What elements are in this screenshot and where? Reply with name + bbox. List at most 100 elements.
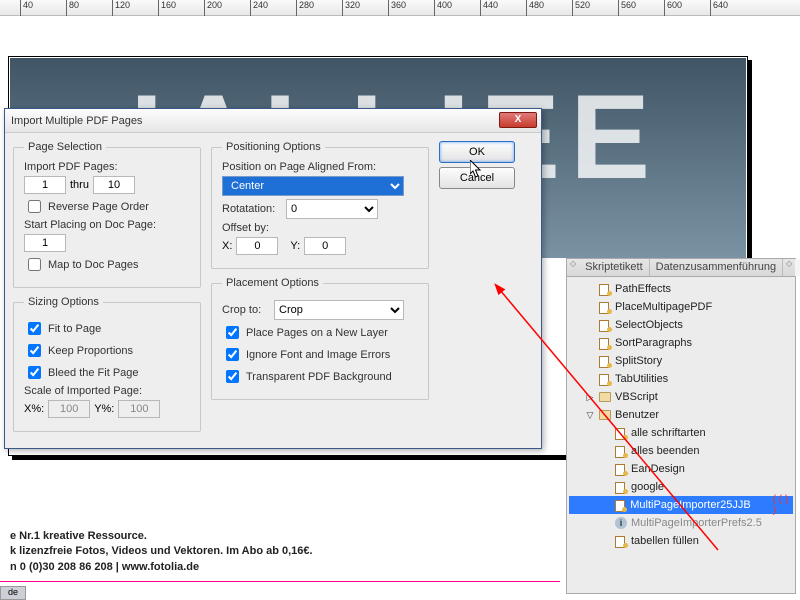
import-pages-label: Import PDF Pages: (24, 161, 118, 173)
tree-item-label: tabellen füllen (631, 535, 699, 547)
scale-y-input (118, 400, 160, 418)
tree-item-label: google (631, 481, 664, 493)
tree-item[interactable]: PathEffects (569, 280, 793, 298)
placement-options-group: Placement Options Crop to: Crop Place Pa… (211, 277, 429, 400)
import-to-input[interactable] (93, 176, 135, 194)
ruler-tick: 360 (388, 0, 406, 16)
tree-item[interactable]: SplitStory (569, 352, 793, 370)
tree-item[interactable]: tabellen füllen (569, 532, 793, 550)
diamond-icon[interactable]: ◇ (783, 259, 795, 276)
position-from-label: Position on Page Aligned From: (222, 161, 376, 173)
script-icon (615, 427, 627, 439)
ruler-tick: 320 (342, 0, 360, 16)
ruler-tick: 400 (434, 0, 452, 16)
tree-item[interactable]: SelectObjects (569, 316, 793, 334)
scale-x-label: X%: (24, 403, 44, 415)
rotation-select[interactable]: 0 (286, 199, 378, 219)
tree-item-label: MultiPageImporterPrefs2.5 (631, 517, 762, 529)
position-from-select[interactable]: Center (222, 176, 404, 196)
tree-item-label: TabUtilities (615, 373, 668, 385)
offset-label: Offset by: (222, 222, 269, 234)
fit-to-page-checkbox[interactable] (28, 322, 41, 335)
script-icon (615, 445, 627, 457)
tree-item[interactable]: PlaceMultipagePDF (569, 298, 793, 316)
script-icon (615, 463, 627, 475)
group-legend: Page Selection (24, 141, 106, 153)
new-layer-checkbox[interactable] (226, 326, 239, 339)
start-placing-label: Start Placing on Doc Page: (24, 219, 156, 231)
import-from-input[interactable] (24, 176, 66, 194)
offset-y-input[interactable] (304, 237, 346, 255)
import-pdf-dialog: Import Multiple PDF Pages X Page Selecti… (4, 108, 542, 449)
tree-folder[interactable]: ▽Benutzer (569, 406, 793, 424)
tree-item-label: SelectObjects (615, 319, 683, 331)
script-icon (599, 319, 611, 331)
tree-item[interactable]: google (569, 478, 793, 496)
ok-button[interactable]: OK (439, 141, 515, 163)
tree-folder[interactable]: ▷ VBScript (569, 388, 793, 406)
scale-y-label: Y%: (94, 403, 114, 415)
tab-skriptetikett[interactable]: Skriptetikett (579, 259, 649, 276)
offset-x-label: X: (222, 240, 232, 252)
ruler-tick: 440 (480, 0, 498, 16)
crop-to-select[interactable]: Crop (274, 300, 404, 320)
start-page-input[interactable] (24, 234, 66, 252)
script-icon (599, 301, 611, 313)
offset-x-input[interactable] (236, 237, 278, 255)
footer-text: e Nr.1 kreative Ressource. k lizenzfreie… (10, 529, 560, 575)
scripts-tree[interactable]: PathEffects PlaceMultipagePDF SelectObject… (567, 277, 795, 593)
tab-skripte[interactable]: Skripte (795, 259, 800, 276)
tree-item[interactable]: i MultiPageImporterPrefs2.5 (569, 514, 793, 532)
ignore-errors-label: Ignore Font and Image Errors (246, 349, 390, 361)
tree-item-label: VBScript (615, 391, 658, 403)
footer-line: n 0 (0)30 208 86 208 | www.fotolia.de (10, 560, 560, 575)
panel-tabs: ◇ Skriptetikett Datenzusammenführung ◇ S… (567, 259, 795, 277)
scripts-panel: ◇ Skriptetikett Datenzusammenführung ◇ S… (566, 258, 796, 594)
ruler-tick: 280 (296, 0, 314, 16)
annotation-parens: ( ( ) ) (773, 494, 793, 516)
tab-datenzusammenfuehrung[interactable]: Datenzusammenführung (650, 259, 783, 276)
tree-item-label: SplitStory (615, 355, 662, 367)
ruler-tick: 640 (710, 0, 728, 16)
bleed-fit-checkbox[interactable] (28, 366, 41, 379)
script-icon (615, 499, 626, 511)
bleed-fit-label: Bleed the Fit Page (48, 367, 139, 379)
transparent-bg-label: Transparent PDF Background (246, 371, 392, 383)
tree-item[interactable]: alle schriftarten (569, 424, 793, 442)
footer-line: k lizenzfreie Fotos, Videos und Vektoren… (10, 544, 560, 559)
dialog-titlebar[interactable]: Import Multiple PDF Pages X (5, 109, 541, 133)
diamond-icon[interactable]: ◇ (567, 259, 579, 276)
crop-to-label: Crop to: (222, 304, 270, 316)
tree-item[interactable]: alles beenden (569, 442, 793, 460)
tree-item-label: PathEffects (615, 283, 671, 295)
script-icon (599, 355, 611, 367)
keep-proportions-checkbox[interactable] (28, 344, 41, 357)
info-icon: i (615, 517, 627, 529)
ignore-errors-checkbox[interactable] (226, 348, 239, 361)
new-layer-label: Place Pages on a New Layer (246, 327, 388, 339)
tree-item-label: alle schriftarten (631, 427, 706, 439)
cancel-button[interactable]: Cancel (439, 167, 515, 189)
map-to-doc-checkbox[interactable] (28, 258, 41, 271)
script-icon (599, 283, 611, 295)
horizontal-ruler: 4080120160200240280320360400440480520560… (0, 0, 800, 16)
group-legend: Positioning Options (222, 141, 325, 153)
tree-item[interactable]: EanDesign (569, 460, 793, 478)
reverse-order-checkbox[interactable] (28, 200, 41, 213)
tree-item[interactable]: SortParagraphs (569, 334, 793, 352)
tree-item[interactable]: MultiPageImporter25JJB( ( ) ) (569, 496, 793, 514)
tree-item-label: PlaceMultipagePDF (615, 301, 712, 313)
ruler-tick: 160 (158, 0, 176, 16)
twisty-icon[interactable]: ▷ (585, 392, 595, 403)
close-icon[interactable]: X (499, 112, 537, 128)
fit-to-page-label: Fit to Page (48, 323, 101, 335)
tree-item-label: alles beenden (631, 445, 700, 457)
group-legend: Placement Options (222, 277, 323, 289)
tree-item-label: SortParagraphs (615, 337, 692, 349)
ruler-tick: 120 (112, 0, 130, 16)
transparent-bg-checkbox[interactable] (226, 370, 239, 383)
map-to-doc-label: Map to Doc Pages (48, 259, 139, 271)
twisty-icon[interactable]: ▽ (585, 410, 595, 421)
tree-item[interactable]: TabUtilities (569, 370, 793, 388)
script-icon (599, 337, 611, 349)
